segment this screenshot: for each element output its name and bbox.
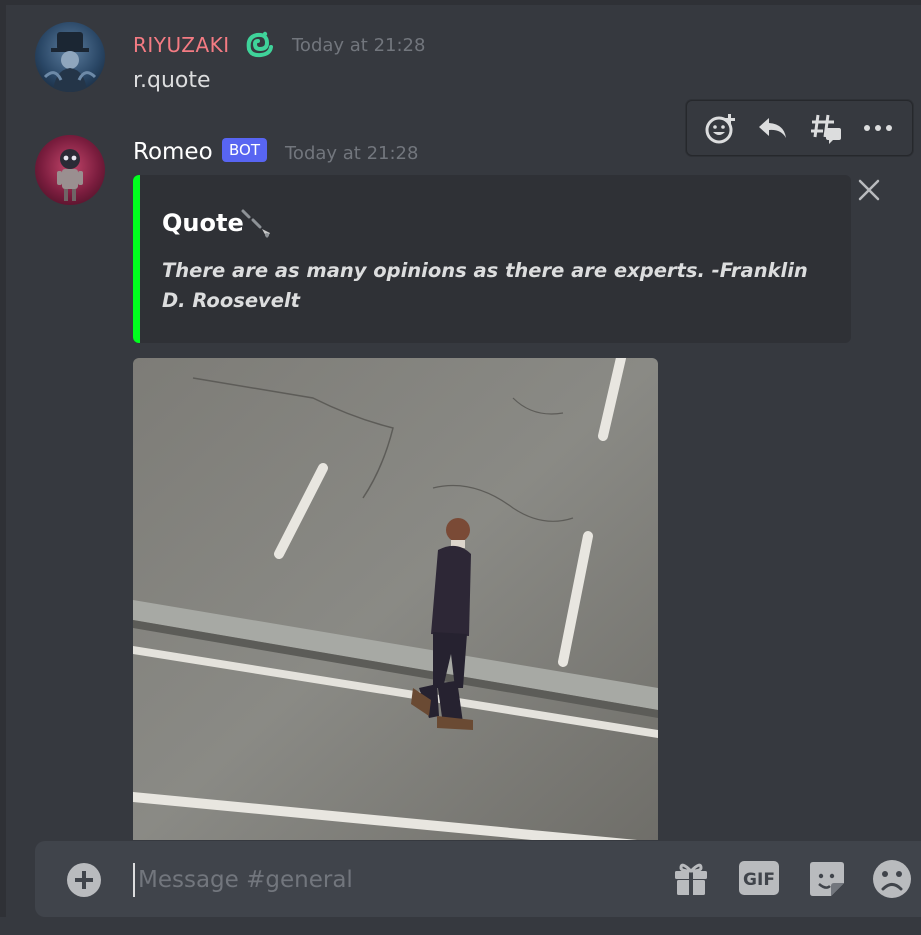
snake-badge-icon bbox=[243, 29, 273, 59]
image-attachment[interactable] bbox=[133, 358, 658, 840]
embed-title: Quote bbox=[162, 209, 244, 237]
avatar[interactable] bbox=[35, 22, 105, 92]
more-icon[interactable] bbox=[856, 106, 900, 150]
timestamp[interactable]: Today at 21:28 bbox=[292, 34, 425, 58]
message-actions-toolbar bbox=[686, 100, 913, 156]
bottom-strip bbox=[0, 917, 921, 935]
timestamp[interactable]: Today at 21:28 bbox=[285, 142, 418, 166]
fountain-pen-icon bbox=[240, 208, 276, 242]
message-content: r.quote bbox=[133, 68, 211, 93]
reply-icon[interactable] bbox=[751, 106, 795, 150]
close-icon[interactable] bbox=[855, 176, 883, 204]
embed-description: There are as many opinions as there are … bbox=[162, 259, 808, 312]
left-edge bbox=[0, 0, 6, 935]
message-input[interactable] bbox=[133, 863, 633, 897]
gift-icon[interactable] bbox=[671, 859, 711, 899]
create-thread-icon[interactable] bbox=[804, 106, 848, 150]
bot-badge: BOT bbox=[222, 138, 267, 162]
avatar[interactable] bbox=[35, 135, 105, 205]
chat-view: RIYUZAKI Today at 21:28 r.quote Romeo BO… bbox=[0, 0, 921, 935]
sticker-icon[interactable] bbox=[807, 859, 847, 899]
gif-label: GIF bbox=[743, 870, 775, 890]
quote-embed: Quote There are as many opinions as ther… bbox=[133, 175, 851, 343]
author-name[interactable]: Romeo bbox=[133, 140, 213, 164]
add-reaction-icon[interactable] bbox=[699, 106, 743, 150]
embed-accent-bar bbox=[133, 175, 140, 343]
emoji-icon[interactable] bbox=[872, 859, 912, 899]
gif-icon[interactable]: GIF bbox=[738, 859, 780, 899]
message-composer: GIF bbox=[35, 841, 921, 917]
author-name[interactable]: RIYUZAKI bbox=[133, 33, 230, 57]
add-attachment-icon[interactable] bbox=[66, 862, 102, 898]
